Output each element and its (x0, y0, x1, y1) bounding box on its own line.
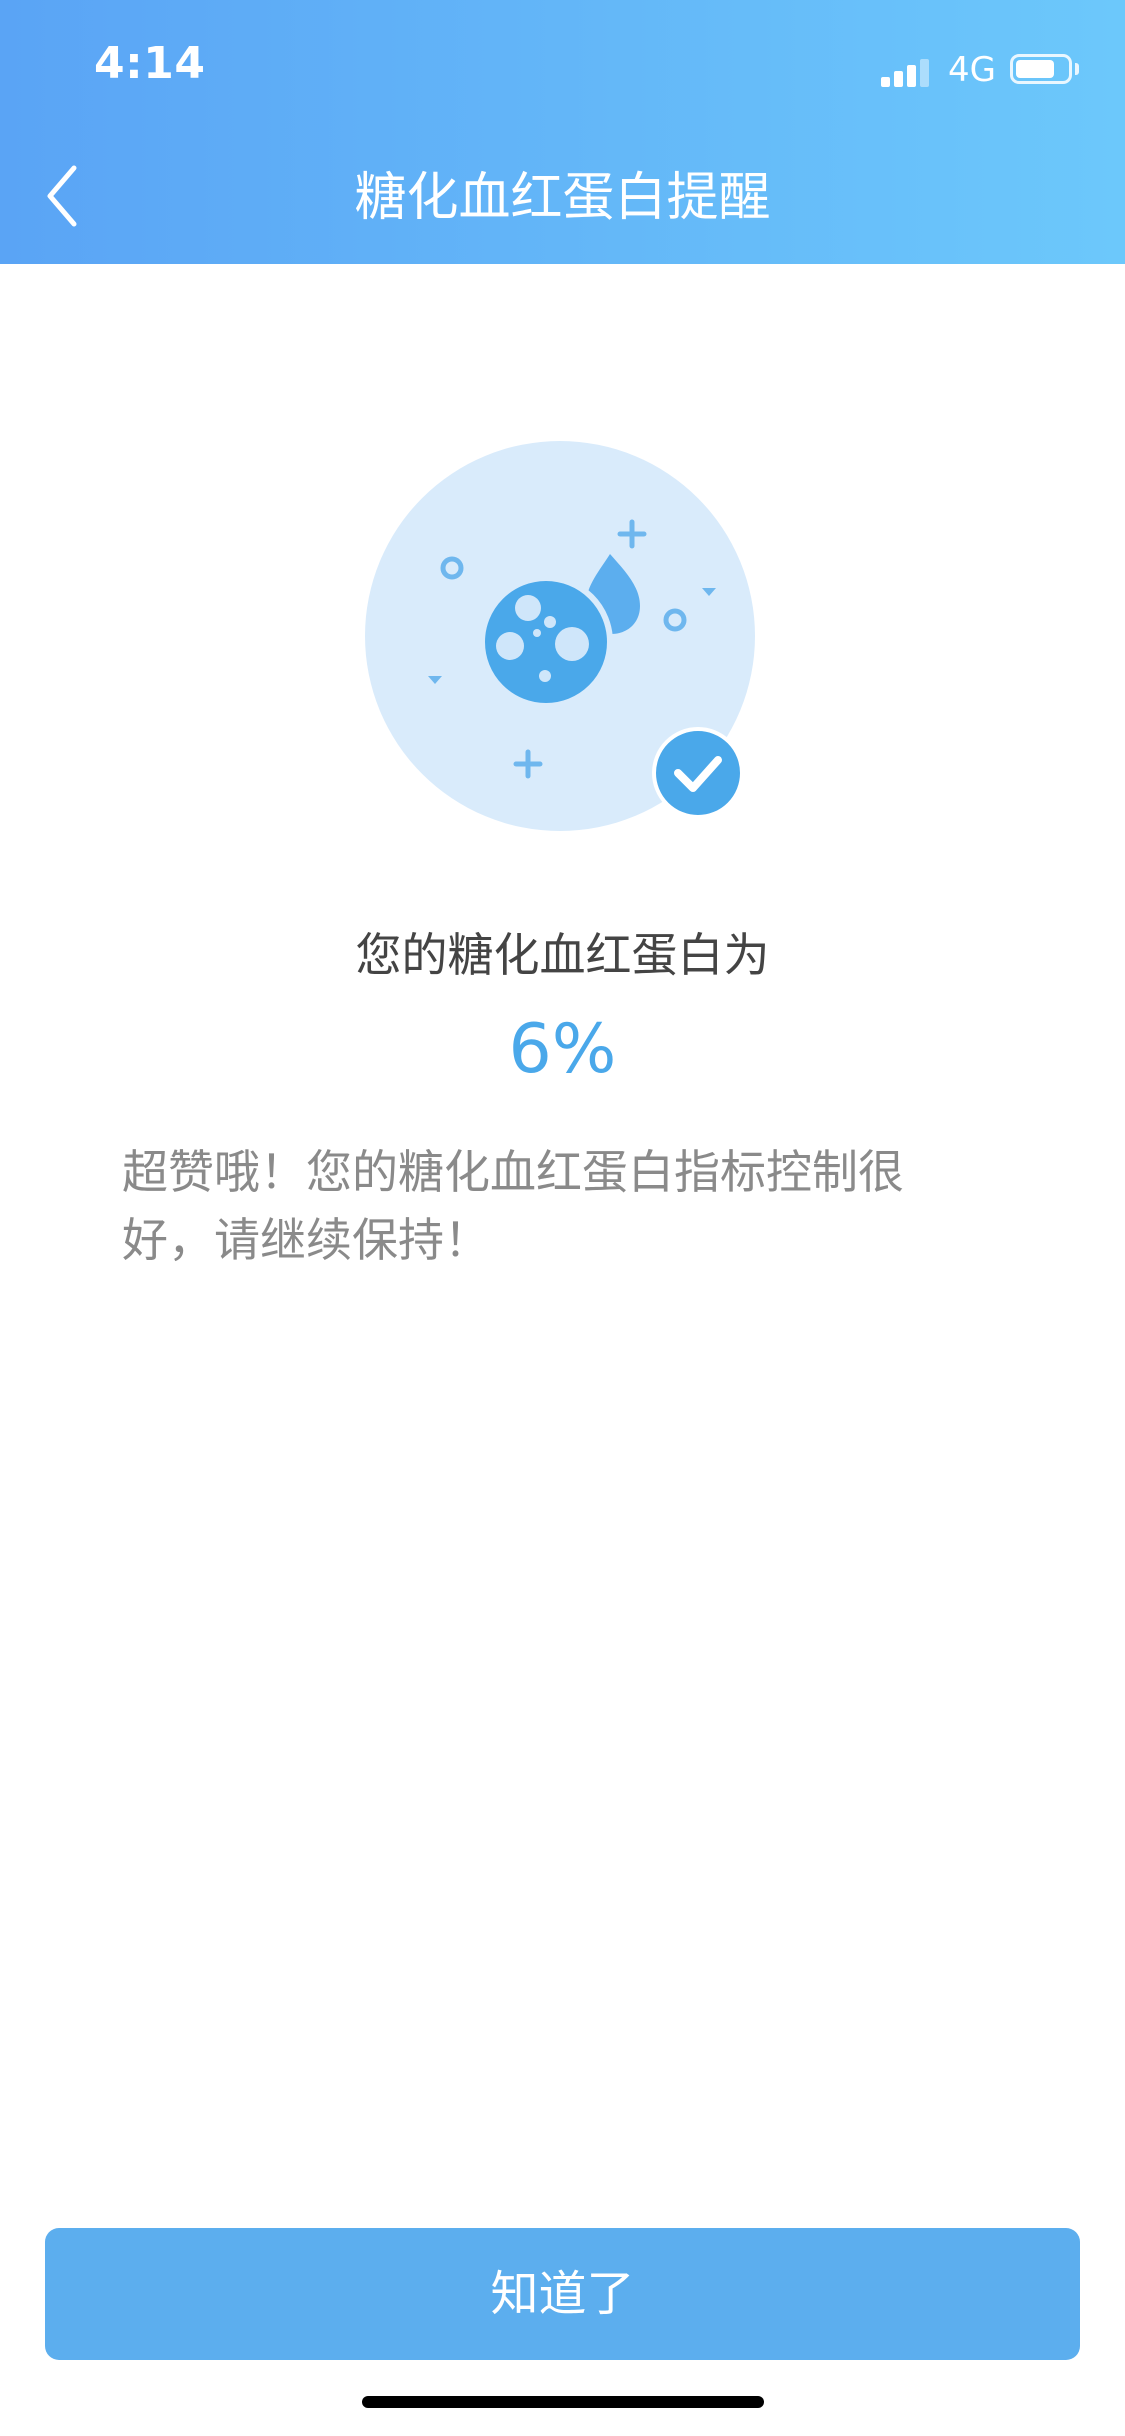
signal-icon (881, 53, 933, 87)
battery-level (1016, 60, 1054, 78)
signal-bar (907, 65, 916, 87)
signal-bar (894, 71, 903, 87)
hba1c-value: 6% (508, 1010, 617, 1089)
page-title: 糖化血红蛋白提醒 (354, 168, 771, 228)
result-message: 超赞哦！您的糖化血红蛋白指标控制很好，请继续保持！ (122, 1145, 904, 1267)
network-type: 4G (948, 50, 996, 90)
signal-bar (920, 59, 929, 87)
battery-icon (1010, 54, 1072, 84)
status-time: 4:14 (94, 38, 206, 89)
blood-cell-drop-illustration (360, 436, 760, 836)
nav-bar: 糖化血红蛋白提醒 (0, 130, 1125, 264)
signal-bar (881, 77, 890, 87)
home-indicator (362, 2396, 764, 2408)
status-bar: 4:14 4G (0, 0, 1125, 130)
header-gradient: 4:14 4G 糖化血红蛋白提醒 (0, 0, 1125, 264)
result-label: 您的糖化血红蛋白为 (355, 928, 770, 982)
confirm-button[interactable]: 知道了 (45, 2228, 1080, 2360)
battery-tip (1075, 63, 1079, 75)
